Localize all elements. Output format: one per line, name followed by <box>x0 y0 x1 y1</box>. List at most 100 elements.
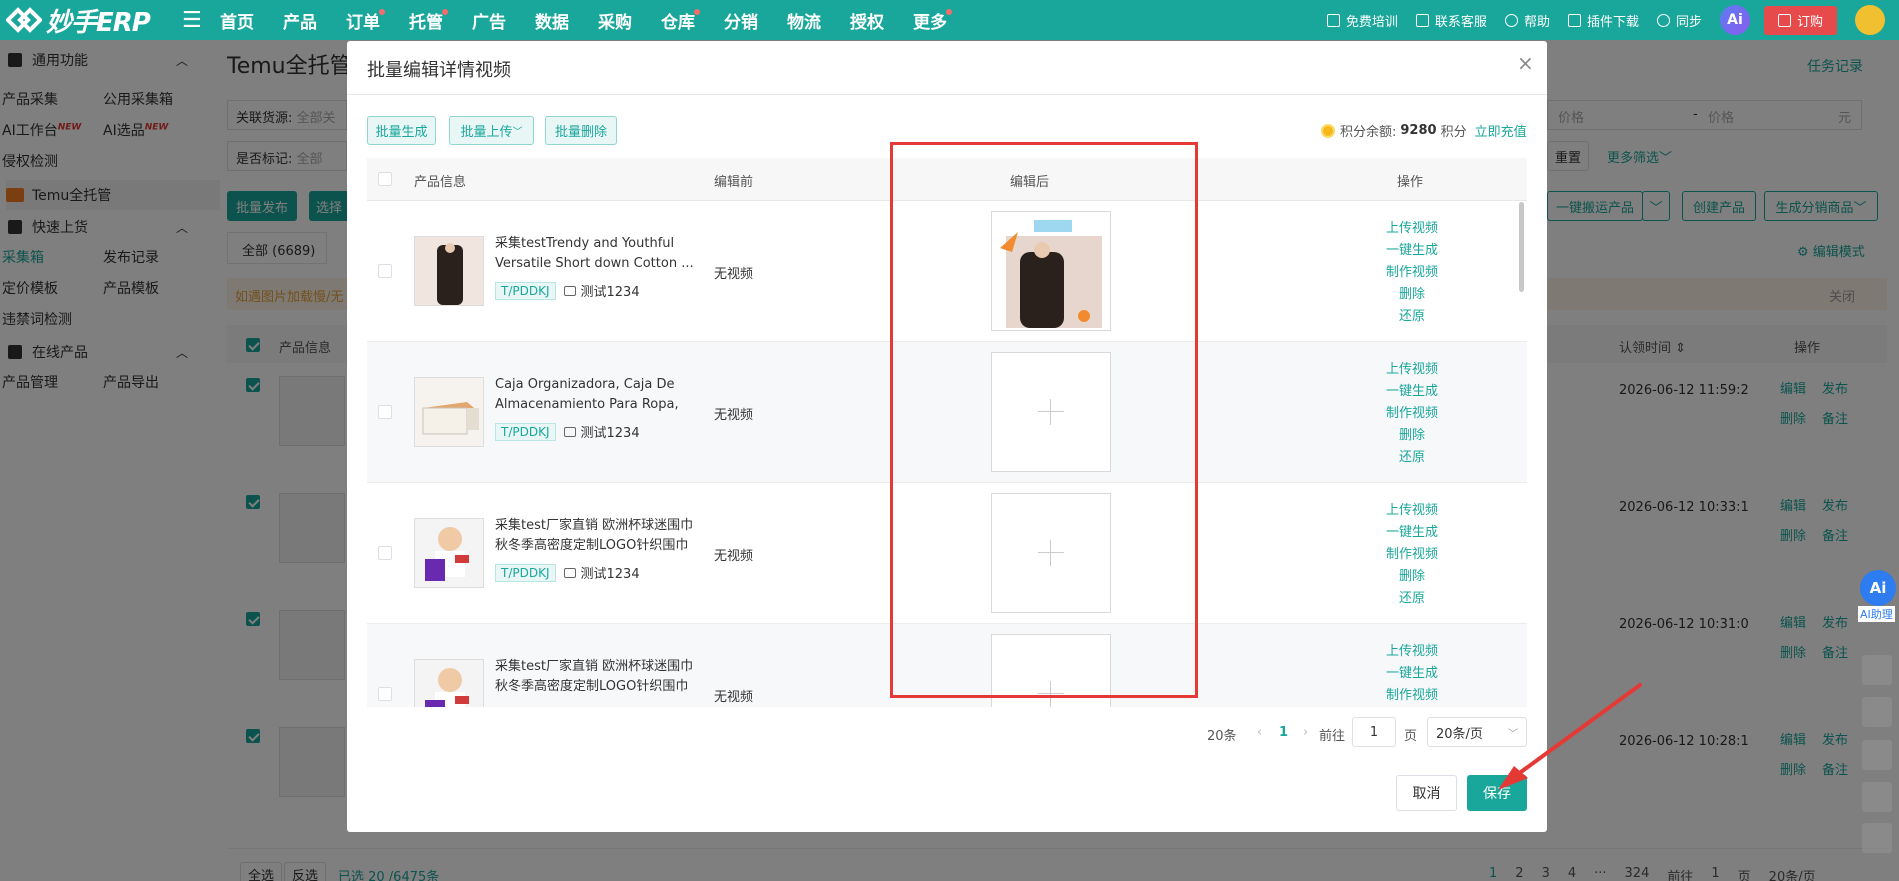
next-page-icon[interactable]: › <box>1303 725 1308 740</box>
app-logo[interactable]: 妙手ERP <box>6 4 151 38</box>
close-icon[interactable]: × <box>1517 51 1534 75</box>
help-link[interactable]: 帮助 <box>1504 11 1550 30</box>
recharge-link[interactable]: 立即充值 <box>1475 121 1527 140</box>
nav-item-9[interactable]: 物流 <box>787 8 821 33</box>
collapse-icon[interactable] <box>1862 655 1892 685</box>
shop-icon <box>563 567 576 578</box>
page-1[interactable]: 1 <box>1279 725 1288 740</box>
notification-dot <box>379 8 385 15</box>
download-icon <box>1567 13 1581 27</box>
nav-item-label: 仓库 <box>661 12 695 33</box>
platform-tag: T/PDDKJ <box>495 422 556 441</box>
menu-icon[interactable]: ☰ <box>182 8 202 33</box>
row-action-0[interactable]: 上传视频 <box>1362 359 1462 381</box>
nav-item-7[interactable]: 仓库 <box>661 8 700 33</box>
product-thumbnail[interactable] <box>414 236 484 306</box>
row-action-4[interactable]: 还原 <box>1362 588 1462 610</box>
row-action-1[interactable]: 一键生成 <box>1362 240 1462 262</box>
batch-upload-button[interactable]: 批量上传 ﹀ <box>449 116 534 145</box>
order-label: 订购 <box>1796 14 1823 30</box>
row-checkbox[interactable] <box>378 405 392 419</box>
shop-icon <box>563 426 576 437</box>
scrollbar[interactable] <box>1519 202 1524 292</box>
user-avatar[interactable] <box>1855 5 1885 35</box>
row-action-0[interactable]: 上传视频 <box>1362 218 1462 240</box>
nav-item-11[interactable]: 更多 <box>913 8 952 33</box>
product-tags: T/PDDKJ 测试1234 <box>495 563 640 582</box>
row-action-2[interactable]: 制作视频 <box>1362 403 1462 425</box>
back-to-top-icon[interactable] <box>1862 823 1892 853</box>
row-action-1[interactable]: 一键生成 <box>1362 381 1462 403</box>
nav-item-label: 采购 <box>598 12 632 33</box>
platform-tag: T/PDDKJ <box>495 281 556 300</box>
points-value: 9280 <box>1400 123 1437 138</box>
help-label: 帮助 <box>1523 14 1550 30</box>
sync-link[interactable]: 同步 <box>1656 11 1702 30</box>
main-nav: 首页 产品 订单 托管 广告 数据 采购 仓库 分销 物流 授权 更多 <box>220 0 976 40</box>
order-button[interactable]: 订购 <box>1763 5 1837 35</box>
nav-item-0[interactable]: 首页 <box>220 8 254 33</box>
prev-page-icon[interactable]: ‹ <box>1257 725 1262 740</box>
col-product: 产品信息 <box>414 175 467 190</box>
notification-dot <box>694 8 700 15</box>
product-title: 采集testTrendy and Youthful Versatile Shor… <box>495 236 694 271</box>
training-link[interactable]: 免费培训 <box>1326 11 1398 30</box>
batch-generate-button[interactable]: 批量生成 <box>367 116 436 145</box>
row-checkbox[interactable] <box>378 264 392 278</box>
total-count: 20条 <box>1207 729 1237 744</box>
nav-item-label: 更多 <box>913 12 947 33</box>
batch-delete-button[interactable]: 批量删除 <box>545 116 617 145</box>
nav-item-1[interactable]: 产品 <box>283 8 317 33</box>
row-checkbox[interactable] <box>378 546 392 560</box>
nav-item-6[interactable]: 采购 <box>598 8 632 33</box>
nav-item-3[interactable]: 托管 <box>409 8 448 33</box>
row-action-4[interactable]: 还原 <box>1362 447 1462 469</box>
goto-page-input[interactable]: 1 <box>1352 717 1396 747</box>
dialog-title: 批量编辑详情视频 <box>367 60 511 81</box>
product-image <box>415 237 483 305</box>
product-thumbnail[interactable] <box>414 659 484 707</box>
col-before: 编辑前 <box>714 175 754 190</box>
goto-label: 前往 <box>1319 729 1346 744</box>
nav-item-4[interactable]: 广告 <box>472 8 506 33</box>
notification-dot <box>946 8 952 15</box>
before-video-status: 无视频 <box>714 549 754 564</box>
product-thumbnail[interactable] <box>414 377 484 447</box>
nav-item-8[interactable]: 分销 <box>724 8 758 33</box>
ai-assistant-float-button[interactable]: Ai <box>1860 570 1896 606</box>
row-action-2[interactable]: 制作视频 <box>1362 262 1462 284</box>
refresh-icon[interactable] <box>1862 782 1892 812</box>
row-action-2[interactable]: 制作视频 <box>1362 544 1462 566</box>
plugin-download-link[interactable]: 插件下载 <box>1567 11 1639 30</box>
note-icon[interactable] <box>1862 740 1892 770</box>
row-action-3[interactable]: 删除 <box>1362 566 1462 588</box>
batch-upload-label: 批量上传 <box>460 125 513 140</box>
row-action-1[interactable]: 一键生成 <box>1362 663 1462 685</box>
row-action-3[interactable]: 删除 <box>1362 425 1462 447</box>
cancel-button[interactable]: 取消 <box>1396 775 1457 811</box>
mobile-icon[interactable] <box>1862 697 1892 727</box>
ai-assistant-label: AI助理 <box>1858 606 1895 622</box>
nav-item-2[interactable]: 订单 <box>346 8 385 33</box>
row-action-0[interactable]: 上传视频 <box>1362 641 1462 663</box>
row-checkbox[interactable] <box>378 687 392 701</box>
arrow-annotation-icon <box>1498 683 1642 790</box>
row-action-0[interactable]: 上传视频 <box>1362 500 1462 522</box>
shop-icon <box>563 285 576 296</box>
nav-item-label: 分销 <box>724 12 758 33</box>
row-action-3[interactable]: 删除 <box>1362 284 1462 306</box>
support-link[interactable]: 联系客服 <box>1415 11 1487 30</box>
select-all-checkbox[interactable] <box>378 172 392 186</box>
shop-name: 测试1234 <box>580 285 640 300</box>
nav-item-10[interactable]: 授权 <box>850 8 884 33</box>
product-thumbnail[interactable] <box>414 518 484 588</box>
ai-assistant-button[interactable]: Ai <box>1719 5 1750 35</box>
col-ops: 操作 <box>1397 175 1424 190</box>
sync-icon <box>1656 13 1670 27</box>
chat-icon <box>1415 13 1429 27</box>
row-action-4[interactable]: 还原 <box>1362 306 1462 328</box>
nav-item-5[interactable]: 数据 <box>535 8 569 33</box>
row-action-2[interactable]: 制作视频 <box>1362 685 1462 707</box>
plugin-label: 插件下载 <box>1586 14 1639 30</box>
row-action-1[interactable]: 一键生成 <box>1362 522 1462 544</box>
